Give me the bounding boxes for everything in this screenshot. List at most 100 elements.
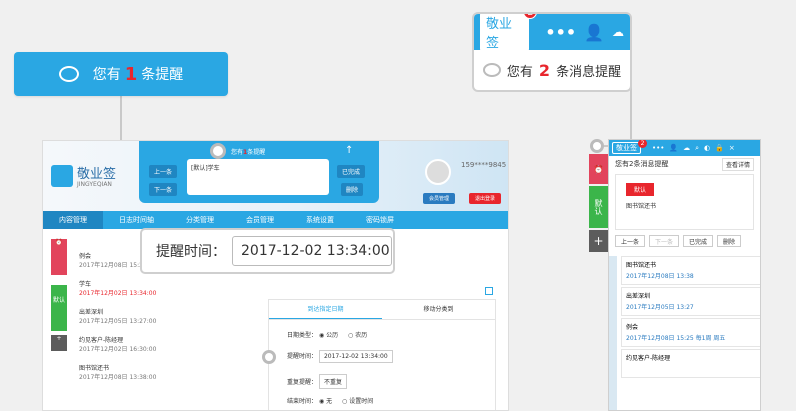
sidebar-widget: 敬业签 2 ••• 👤 ☁ ⌕ ◐ 🔒 × 您有2条消息提醒 查看详情 默认 图… <box>608 139 761 411</box>
more-icon[interactable]: ••• <box>545 23 576 42</box>
radio-end-none[interactable]: ◉ 无 <box>319 398 332 405</box>
nav-item[interactable]: 密码锁屏 <box>350 215 410 225</box>
reminder-suffix: 条提醒 <box>141 67 184 83</box>
pointer-dot <box>262 350 276 364</box>
pointer-dot <box>590 139 604 153</box>
chat-bubble-icon <box>482 63 501 77</box>
logout-button[interactable]: 退出登录 <box>469 193 502 204</box>
widget-header: 敬业签 2 ••• 👤 ☁ ⌕ ◐ 🔒 × <box>609 140 760 156</box>
widget-message: 您有 2 条消息提醒 <box>474 50 630 90</box>
date-type-row: 日期类型： ◉ 公历 ○ 农历 <box>287 332 368 339</box>
time-label: 提醒时间： <box>156 244 226 260</box>
nav-item[interactable]: 内容管理 <box>43 211 103 229</box>
remind-time-input[interactable]: 2017-12-02 13:34:00 <box>318 350 393 363</box>
popup-title: 您有1条提醒 <box>231 149 266 156</box>
widget-prefix: 您有 <box>506 64 533 80</box>
alarm-tab[interactable]: ⏰ <box>589 154 608 184</box>
notification-badge: 2 <box>523 14 538 19</box>
message-box: 默认 图书馆还书 <box>615 174 754 230</box>
radio-end-set[interactable]: ○ 设置时间 <box>342 398 373 405</box>
alarm-tab[interactable]: ⏰ <box>51 239 67 275</box>
pointer-dot <box>210 143 226 159</box>
widget-suffix: 条消息提醒 <box>556 64 622 80</box>
radio-lunar[interactable]: ○ 农历 <box>348 332 367 339</box>
up-arrow-icon[interactable]: ↑ <box>345 145 353 156</box>
calendar-icon[interactable] <box>485 287 493 295</box>
reminder-prefix: 您有 <box>92 67 121 83</box>
user-icon[interactable]: 👤 <box>669 144 678 152</box>
end-time-row: 结束时间： ◉ 无 ○ 设置时间 <box>287 398 374 405</box>
toggle-icon[interactable]: ◐ <box>704 144 710 152</box>
logo-subtitle: JINGYEQIAN <box>77 181 112 188</box>
delete-button[interactable]: 删除 <box>341 183 364 196</box>
default-tab[interactable]: 默认 <box>589 186 608 228</box>
tab-date[interactable]: 到达指定日期 <box>269 300 382 319</box>
time-callout: 提醒时间： 2017-12-02 13:34:00 <box>140 228 395 274</box>
logo-title: 敬业签 <box>77 167 117 182</box>
reminder-form: 到达指定日期 移动分类到 日期类型： ◉ 公历 ○ 农历 提醒时间： 2017-… <box>268 299 496 410</box>
next-button[interactable]: 下一条 <box>149 183 178 196</box>
notification-badge: 2 <box>638 140 647 148</box>
done-button[interactable]: 已完成 <box>337 165 366 178</box>
list-item[interactable]: 约见客户-陈经理 2017年12月02日 16:30:00 <box>79 335 156 353</box>
remind-time-row: 提醒时间： 2017-12-02 13:34:00 <box>287 350 393 363</box>
widget-header: 敬业签 2 ••• 👤 ☁ <box>474 14 630 53</box>
more-icon[interactable]: ••• <box>652 144 664 152</box>
repeat-row: 重复提醒： 不重复 <box>287 374 347 389</box>
list-item[interactable]: 学车 2017年12月02日 13:34:00 <box>79 279 156 297</box>
nav-item[interactable]: 系统设置 <box>290 215 350 225</box>
list-item[interactable]: 约见客户-陈经理 <box>621 349 760 378</box>
list-strip <box>609 256 617 410</box>
message-count-text: 您有2条消息提醒 <box>615 160 669 168</box>
list-item[interactable]: 例会 2017年12月08日 15:25 每1周 周五 <box>621 318 760 347</box>
add-icon[interactable]: + <box>589 230 608 252</box>
lock-icon[interactable]: 🔒 <box>715 144 724 152</box>
nav-item[interactable]: 分类管理 <box>170 215 230 225</box>
logo-icon <box>51 165 73 187</box>
user-icon[interactable]: 👤 <box>584 23 604 42</box>
search-icon[interactable]: ⌕ <box>695 144 699 153</box>
message-text: 图书馆还书 <box>626 203 657 210</box>
radio-gregorian[interactable]: ◉ 公历 <box>319 332 338 339</box>
category-tag: 默认 <box>626 183 655 196</box>
chat-bubble-icon <box>58 66 79 82</box>
done-button[interactable]: 已完成 <box>683 235 714 247</box>
app-header: 敬业签 JINGYEQIAN 您有1条提醒 [默认]学车 上一条 下一条 ↑ 已… <box>43 141 508 211</box>
reminder-list: 图书馆还书 2017年12月08日 13:38 出差深圳 2017年12月05日 1… <box>621 256 760 380</box>
reminder-count: 1 <box>124 63 138 85</box>
list-item[interactable]: 图书馆还书 2017年12月08日 13:38 <box>621 256 760 285</box>
brand-tab[interactable]: 敬业签 2 <box>612 140 647 154</box>
widget-subheader: 您有2条消息提醒 查看详情 <box>609 156 760 172</box>
avatar[interactable] <box>425 159 451 185</box>
list-item[interactable]: 图书馆还书 2017年12月08日 13:38:00 <box>79 363 156 381</box>
default-tab[interactable]: 默认 <box>51 285 67 331</box>
list-item[interactable]: 出差深圳 2017年12月05日 13:27 <box>621 287 760 316</box>
tab-move[interactable]: 移动分类到 <box>382 300 495 319</box>
member-button[interactable]: 会员管理 <box>423 193 456 204</box>
popup-message: [默认]学车 <box>187 159 329 195</box>
repeat-select[interactable]: 不重复 <box>318 374 347 389</box>
brand-label: 敬业签 <box>486 17 513 51</box>
nav-item[interactable]: 会员管理 <box>230 215 290 225</box>
list-item[interactable]: 出差深圳 2017年12月05日 13:27:00 <box>79 307 156 325</box>
add-icon[interactable]: + <box>51 335 67 351</box>
cloud-icon[interactable]: ☁ <box>612 25 624 39</box>
prev-button[interactable]: 上一条 <box>149 165 178 178</box>
reminder-callout[interactable]: 您有 1 条提醒 <box>14 52 228 96</box>
view-details-button[interactable]: 查看详情 <box>721 157 754 171</box>
nav-bar: 内容管理 日志时间轴 分类管理 会员管理 系统设置 密码锁屏 <box>43 211 508 229</box>
next-button[interactable]: 下一条 <box>649 235 680 247</box>
reminder-popup: 您有1条提醒 [默认]学车 上一条 下一条 ↑ 已完成 删除 <box>139 141 379 203</box>
widget-count: 2 <box>538 60 551 80</box>
widget-buttons: 上一条 下一条 已完成 删除 <box>609 232 760 250</box>
close-icon[interactable]: × <box>729 144 735 152</box>
cloud-icon[interactable]: ☁ <box>683 144 690 152</box>
delete-button[interactable]: 删除 <box>717 235 742 247</box>
brand-tab[interactable]: 敬业签 2 <box>480 14 538 53</box>
prev-button[interactable]: 上一条 <box>615 235 646 247</box>
nav-item[interactable]: 日志时间轴 <box>103 215 170 225</box>
time-value-input[interactable]: 2017-12-02 13:34:00 <box>232 236 392 266</box>
app-screenshot: 敬业签 JINGYEQIAN 您有1条提醒 [默认]学车 上一条 下一条 ↑ 已… <box>42 140 509 411</box>
widget-callout: 敬业签 2 ••• 👤 ☁ 您有 2 条消息提醒 <box>472 12 632 92</box>
phone-number: 159****9845 <box>461 161 507 169</box>
